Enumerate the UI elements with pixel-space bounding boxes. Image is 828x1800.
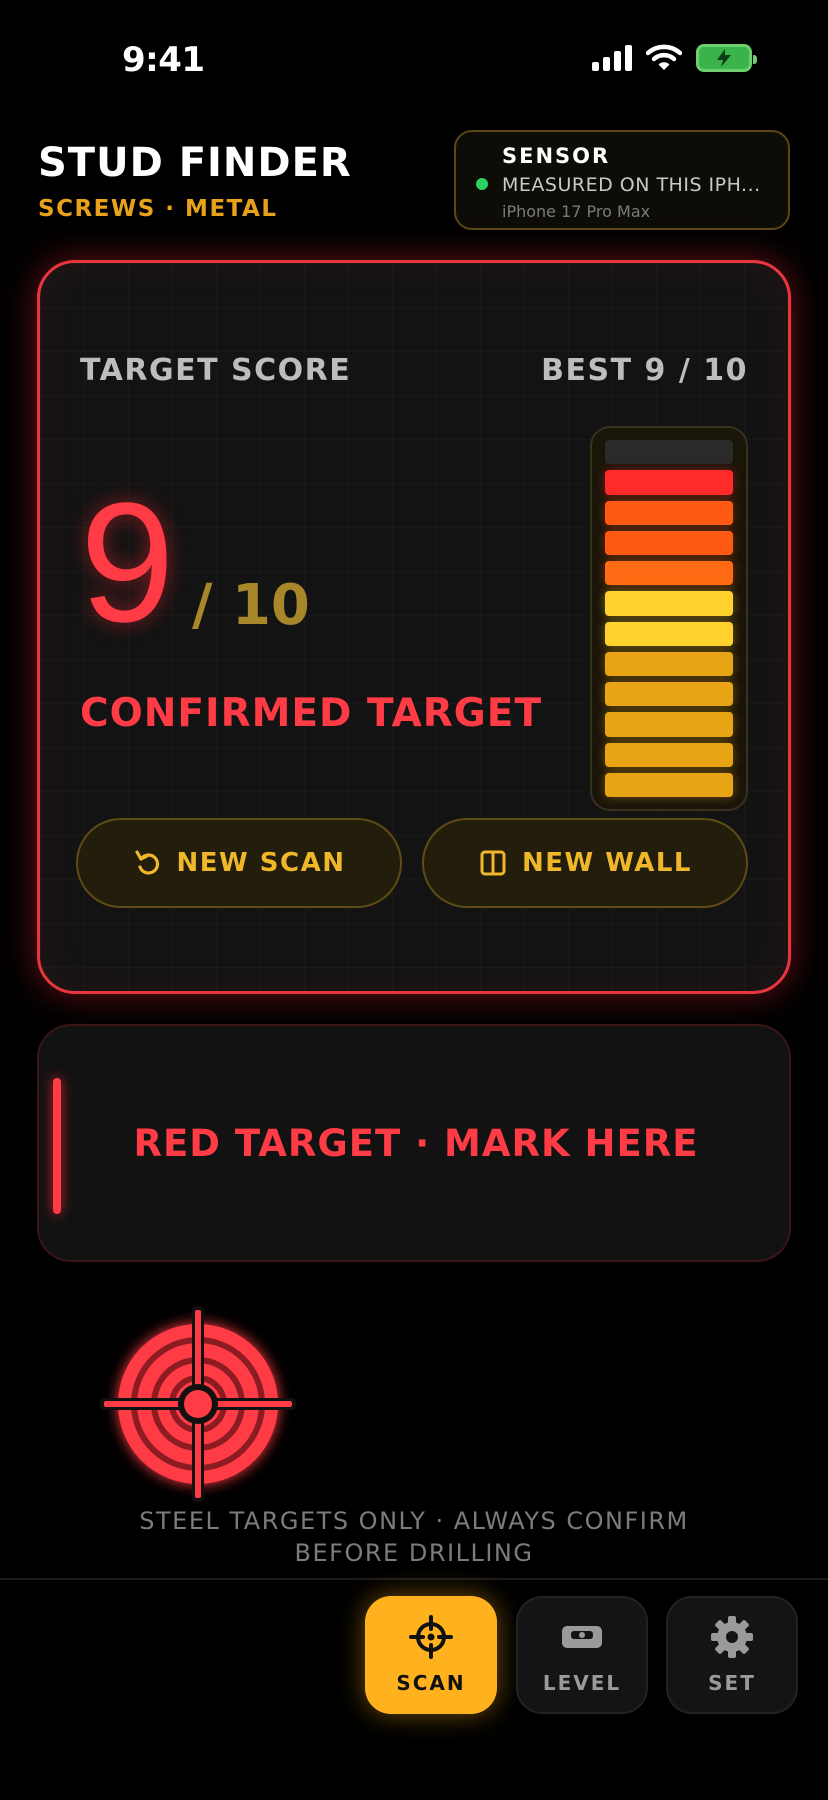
target-crosshair-icon bbox=[100, 1306, 296, 1502]
new-wall-button[interactable]: NEW WALL bbox=[422, 818, 748, 908]
meter-segment bbox=[605, 712, 733, 737]
status-icons bbox=[592, 44, 757, 72]
target-score-label: TARGET SCORE bbox=[80, 353, 352, 388]
gear-icon bbox=[711, 1616, 753, 1658]
sensor-status-text: MEASURED ON THIS IPH... bbox=[502, 174, 761, 196]
meter-segment bbox=[605, 682, 733, 707]
signal-strength-meter bbox=[590, 426, 748, 811]
tab-settings-label: SET bbox=[708, 1671, 756, 1695]
tab-level-label: LEVEL bbox=[542, 1671, 622, 1695]
score-value: 9 bbox=[80, 468, 175, 658]
alert-text: RED TARGET · MARK HERE bbox=[133, 1122, 699, 1165]
disclaimer-line-2: BEFORE DRILLING bbox=[294, 1539, 534, 1567]
meter-segment bbox=[605, 772, 733, 797]
crosshair-icon bbox=[409, 1615, 453, 1659]
meter-segment bbox=[605, 470, 733, 495]
meter-segment bbox=[605, 651, 733, 676]
status-time: 9:41 bbox=[122, 40, 205, 80]
meter-segment bbox=[605, 621, 733, 646]
meter-segment bbox=[605, 742, 733, 767]
target-alert-card: RED TARGET · MARK HERE bbox=[37, 1024, 791, 1262]
sensor-device-name: iPhone 17 Pro Max bbox=[502, 202, 651, 221]
sensor-status-dot bbox=[476, 178, 488, 190]
app-title: STUD FINDER bbox=[38, 140, 352, 186]
tab-settings[interactable]: SET bbox=[666, 1596, 798, 1714]
score-status: CONFIRMED TARGET bbox=[80, 691, 543, 736]
stud-finder-screen: 9:41 STUD FINDER SCREWS · METAL SENSOR M… bbox=[0, 0, 828, 1800]
safety-disclaimer: STEEL TARGETS ONLY · ALWAYS CONFIRM BEFO… bbox=[0, 1505, 828, 1569]
wall-panel-icon bbox=[480, 850, 506, 876]
meter-segment bbox=[605, 561, 733, 586]
meter-segment bbox=[605, 530, 733, 555]
meter-segment bbox=[605, 500, 733, 525]
tab-level[interactable]: LEVEL bbox=[516, 1596, 648, 1714]
score-denominator: / 10 bbox=[192, 573, 310, 638]
new-wall-label: NEW WALL bbox=[521, 848, 693, 878]
disclaimer-line-1: STEEL TARGETS ONLY · ALWAYS CONFIRM bbox=[139, 1507, 689, 1535]
app-subtitle: SCREWS · METAL bbox=[38, 196, 278, 222]
tab-scan-label: SCAN bbox=[396, 1671, 466, 1695]
new-scan-button[interactable]: NEW SCAN bbox=[76, 818, 402, 908]
cellular-signal-icon bbox=[592, 45, 632, 71]
battery-charging-icon bbox=[696, 44, 757, 72]
sensor-status-card[interactable]: SENSOR MEASURED ON THIS IPH... iPhone 17… bbox=[454, 130, 790, 230]
tab-bar-divider bbox=[0, 1578, 828, 1580]
wifi-icon bbox=[646, 44, 682, 70]
best-score: BEST 9 / 10 bbox=[541, 353, 748, 388]
new-scan-label: NEW SCAN bbox=[176, 848, 346, 878]
target-score-card: TARGET SCORE BEST 9 / 10 9 / 10 CONFIRME… bbox=[37, 260, 791, 994]
spirit-level-icon bbox=[562, 1626, 602, 1648]
tab-scan[interactable]: SCAN bbox=[365, 1596, 497, 1714]
meter-segment bbox=[605, 440, 733, 465]
meter-segment bbox=[605, 591, 733, 616]
sensor-label: SENSOR bbox=[502, 144, 611, 168]
refresh-icon bbox=[134, 850, 159, 875]
